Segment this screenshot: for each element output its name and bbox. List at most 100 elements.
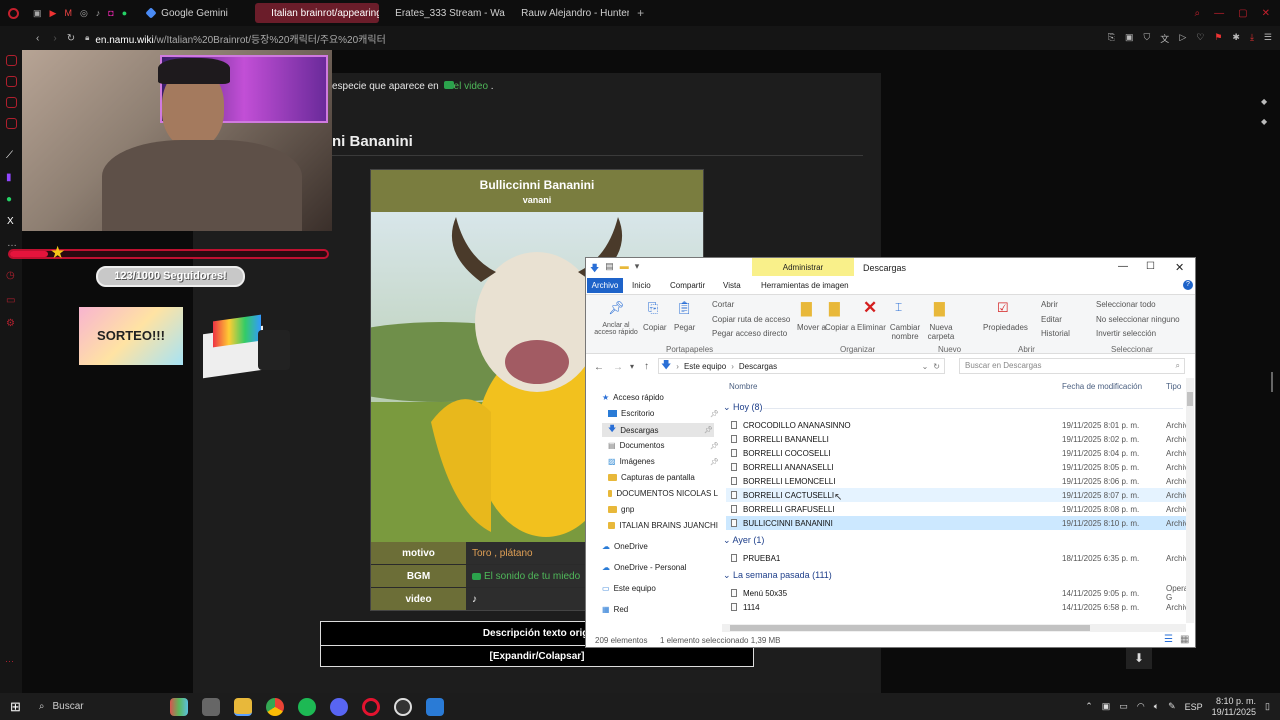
file-row[interactable]: BORRELLI COCOSELLI 19/11/2025 8:04 p. m. A… bbox=[726, 446, 1193, 460]
tab-home[interactable]: Inicio bbox=[632, 281, 651, 290]
nav-item-italian-brains[interactable]: ITALIAN BRAINS JUANCHI bbox=[608, 521, 718, 530]
back-icon[interactable]: ‹ bbox=[36, 33, 39, 44]
tab-italian-brainrot[interactable]: Italian brainrot/appearing bbox=[255, 3, 380, 23]
restore-icon[interactable]: ▢ bbox=[1238, 8, 1247, 19]
pen-icon[interactable]: ✎ bbox=[1168, 701, 1176, 712]
group-header-today[interactable]: ⌄ Hoy (8) bbox=[723, 402, 1183, 413]
move-to-button[interactable]: Mover a bbox=[797, 323, 826, 332]
tab-view[interactable]: Vista bbox=[723, 281, 741, 290]
minimize-icon[interactable]: — bbox=[1214, 8, 1224, 19]
maximize-icon[interactable]: ☐ bbox=[1146, 261, 1155, 272]
task-view-icon[interactable] bbox=[201, 697, 220, 716]
copy-to-button[interactable]: Copiar a bbox=[825, 323, 855, 332]
up-icon[interactable]: ↑ bbox=[644, 361, 649, 372]
column-header-name[interactable]: Nombre bbox=[729, 382, 757, 391]
scroll-down-button[interactable]: ⬇ bbox=[1126, 647, 1152, 669]
pin-icon[interactable]: ⚑ bbox=[1214, 32, 1222, 45]
scrollbar[interactable] bbox=[1271, 372, 1273, 392]
file-row[interactable]: BORRELLI BANANELLI 19/11/2025 8:02 p. m. A… bbox=[726, 432, 1193, 446]
volume-icon[interactable]: 🔈︎ bbox=[1154, 701, 1159, 712]
diamond-icon[interactable]: ◆ bbox=[1261, 97, 1267, 106]
instagram-icon[interactable]: ◘ bbox=[108, 8, 113, 19]
history-button[interactable]: Historial bbox=[1041, 329, 1070, 338]
clock[interactable]: 8:10 p. m. 19/11/2025 bbox=[1212, 696, 1256, 718]
back-icon[interactable]: ← bbox=[594, 362, 604, 373]
file-row[interactable]: BORRELLI LEMONCELLI 19/11/2025 8:06 p. m.… bbox=[726, 474, 1193, 488]
video-link[interactable]: el video bbox=[454, 81, 488, 92]
rename-icon[interactable]: ⌶ bbox=[895, 300, 902, 315]
folder-icon[interactable]: ▬ bbox=[620, 261, 629, 277]
aria-icon[interactable]: ⟋ bbox=[6, 150, 13, 161]
nav-item-documents[interactable]: ▤ Documentos 📌︎ bbox=[608, 441, 719, 450]
chrome-icon[interactable]: ◎ bbox=[80, 8, 88, 19]
windows-start-icon[interactable]: ⊞ bbox=[10, 699, 21, 715]
nav-item-quick-access[interactable]: ★ Acceso rápido bbox=[602, 393, 664, 402]
open-button[interactable]: Abrir bbox=[1041, 300, 1058, 309]
language-indicator[interactable]: ESP bbox=[1185, 702, 1203, 712]
recent-locations-icon[interactable]: ▾ bbox=[630, 362, 634, 371]
chevron-down-icon[interactable]: ▾ bbox=[635, 261, 640, 277]
extensions-icon[interactable]: ✱ bbox=[1232, 32, 1240, 45]
file-row[interactable]: BORRELLI ANANASELLI 19/11/2025 8:05 p. m.… bbox=[726, 460, 1193, 474]
tray-app-icon[interactable]: ▣ bbox=[1102, 701, 1111, 712]
obs-icon[interactable] bbox=[393, 697, 412, 716]
nav-item-onedrive[interactable]: ☁ OneDrive bbox=[602, 542, 648, 551]
rename-button[interactable]: Cambiar nombre bbox=[888, 323, 922, 341]
history-icon[interactable]: ◷ bbox=[6, 270, 15, 281]
properties-button[interactable]: Propiedades bbox=[983, 323, 1028, 332]
spotify-icon[interactable] bbox=[297, 697, 316, 716]
nav-item-downloads[interactable]: 🡇 Descargas 📌︎ bbox=[602, 423, 714, 437]
instagram-icon[interactable] bbox=[6, 97, 17, 108]
pin-quick-access-button[interactable]: Anclar al acceso rápido bbox=[592, 322, 640, 336]
notifications-icon[interactable]: ▯ bbox=[1265, 701, 1270, 712]
edit-button[interactable]: Editar bbox=[1041, 315, 1062, 324]
search-box[interactable]: Buscar en Descargas ⌕ bbox=[959, 358, 1185, 374]
help-icon[interactable]: ? bbox=[1183, 280, 1193, 290]
file-row[interactable]: BORRELLI GRAFUSELLI 19/11/2025 8:08 p. m.… bbox=[726, 502, 1193, 516]
tab-youtube-rauw[interactable]: Rauw Alejandro - Hunter bbox=[505, 3, 629, 23]
select-all-button[interactable]: Seleccionar todo bbox=[1096, 300, 1156, 309]
paint-icon[interactable] bbox=[425, 697, 444, 716]
delete-icon[interactable]: ✕ bbox=[863, 298, 877, 318]
new-tab-button[interactable]: + bbox=[637, 6, 644, 20]
nav-item-gnp[interactable]: gnp bbox=[608, 505, 634, 514]
horizontal-scrollbar[interactable] bbox=[722, 624, 1186, 632]
discord-icon[interactable] bbox=[329, 697, 348, 716]
chevron-down-icon[interactable]: ⌄ bbox=[922, 362, 929, 371]
shield-icon[interactable]: ⛉ bbox=[1144, 32, 1151, 45]
details-view-icon[interactable]: ☰ bbox=[1164, 634, 1173, 645]
expand-collapse-link[interactable]: [Expandir/Colapsar] bbox=[321, 651, 753, 662]
copy-to-icon[interactable]: ▇ bbox=[829, 300, 840, 317]
url-field[interactable]: en.namu.wiki/w/Italian%20Brainrot/등장%20캐… bbox=[95, 31, 385, 46]
refresh-icon[interactable]: ↻ bbox=[933, 362, 940, 371]
translate-icon[interactable]: 文 bbox=[1160, 32, 1169, 45]
messenger-icon[interactable] bbox=[6, 55, 17, 66]
forward-icon[interactable]: → bbox=[613, 362, 623, 373]
nav-item-onedrive-personal[interactable]: ☁ OneDrive - Personal bbox=[602, 563, 686, 572]
x-icon[interactable]: X bbox=[7, 216, 14, 227]
contextual-tab-manage[interactable]: Administrar bbox=[752, 258, 854, 276]
scrollbar-thumb[interactable] bbox=[730, 625, 1090, 631]
paste-icon[interactable]: 📋︎ bbox=[676, 300, 693, 316]
large-icons-view-icon[interactable]: ▦ bbox=[1180, 634, 1189, 645]
snapshot-icon[interactable]: ▣ bbox=[1125, 32, 1134, 45]
taskbar-search-box[interactable]: ⌕ Buscar bbox=[33, 697, 163, 717]
delete-button[interactable]: Eliminar bbox=[857, 323, 886, 332]
select-none-button[interactable]: No seleccionar ninguno bbox=[1096, 315, 1180, 324]
scrollbar-thumb[interactable] bbox=[1187, 392, 1193, 406]
file-row[interactable]: BULLICCINNI BANANINI 19/11/2025 8:10 p. m… bbox=[726, 516, 1193, 530]
properties-icon[interactable]: ▤ bbox=[605, 261, 614, 277]
file-row[interactable]: 1114 14/11/2025 6:58 p. m. Archiva bbox=[726, 600, 1193, 614]
books-icon[interactable] bbox=[169, 697, 188, 716]
wallet-icon[interactable]: ▭ bbox=[6, 295, 15, 306]
copy-path-button[interactable]: Copiar ruta de acceso bbox=[712, 315, 790, 324]
search-tabs-icon[interactable]: ⌕ bbox=[1195, 8, 1201, 19]
breadcrumb-downloads[interactable]: Descargas bbox=[739, 362, 777, 371]
gmail-icon[interactable]: M bbox=[64, 8, 72, 19]
tiktok-icon[interactable]: ♪ bbox=[96, 8, 101, 19]
diamond-icon[interactable]: ◆ bbox=[1261, 117, 1267, 126]
nav-item-screenshots[interactable]: Capturas de pantalla bbox=[608, 473, 695, 482]
nav-item-network[interactable]: ▦ Red bbox=[602, 605, 628, 614]
breadcrumb-this-pc[interactable]: Este equipo bbox=[684, 362, 726, 371]
more-icon[interactable]: … bbox=[7, 238, 17, 249]
